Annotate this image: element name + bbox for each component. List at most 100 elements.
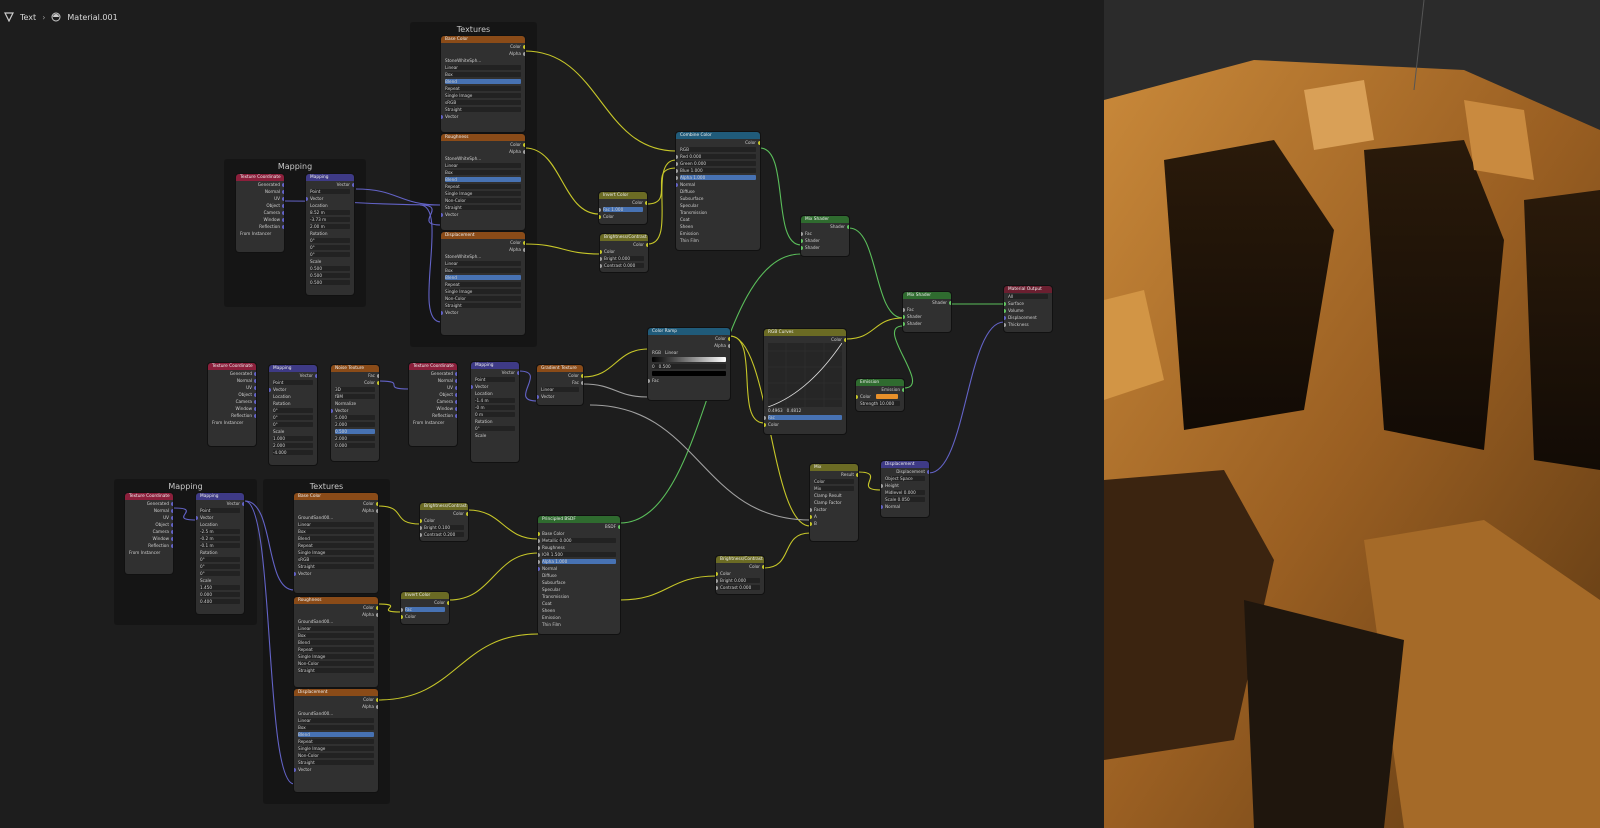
socket-shader-b[interactable]: Shader [903, 320, 951, 327]
bright-field[interactable]: Bright 0.100 [420, 524, 468, 531]
image-file[interactable]: StoneWhiteSph... [441, 57, 525, 64]
panel-emission[interactable]: Emission [676, 230, 760, 237]
socket-vector[interactable]: Vector [294, 570, 378, 577]
rot-x[interactable]: 0° [196, 556, 244, 563]
scl-z[interactable]: 0.400 [196, 598, 244, 605]
scl-x[interactable]: 1.000 [269, 435, 317, 442]
socket-shader-a[interactable]: Shader [801, 237, 849, 244]
blend-field[interactable]: Blend [441, 78, 525, 85]
node-header[interactable]: Mix Shader [903, 292, 951, 299]
socket-fac[interactable]: Fac [764, 414, 846, 421]
color-space-select[interactable]: Non-Color [441, 197, 525, 204]
socket-normal[interactable]: Normal [538, 565, 620, 572]
node-header[interactable]: Invert Color [401, 592, 449, 599]
socket-vector[interactable]: Vector [441, 113, 525, 120]
rot-x[interactable]: 0° [269, 407, 317, 414]
socket-vector[interactable]: Vector [441, 309, 525, 316]
alpha-mode-select[interactable]: Straight [294, 563, 378, 570]
extension-select[interactable]: Repeat [441, 281, 525, 288]
socket-height[interactable]: Height [881, 482, 929, 489]
panel-sheen[interactable]: Sheen [538, 607, 620, 614]
node-header[interactable]: Texture Coordinate [125, 493, 173, 500]
node-header[interactable]: Base Color [441, 36, 525, 43]
alpha-mode-select[interactable]: Straight [294, 667, 378, 674]
source-select[interactable]: Single Image [441, 288, 525, 295]
node-header[interactable]: Material Output [1004, 286, 1052, 293]
noise-type-select[interactable]: fBM [331, 393, 379, 400]
panel-thin-film[interactable]: Thin Film [676, 237, 760, 244]
socket-shader-out[interactable]: Shader [801, 223, 849, 230]
image-file[interactable]: StoneWhiteSph... [441, 253, 525, 260]
space-select[interactable]: Object Space [881, 475, 929, 482]
scl-y[interactable]: 2.000 [269, 442, 317, 449]
mode-select[interactable]: RGB [676, 146, 760, 153]
dimensions-select[interactable]: 3D [331, 386, 379, 393]
alpha-mode-select[interactable]: Straight [441, 302, 525, 309]
socket-uv[interactable]: UV [208, 384, 256, 391]
socket-fac[interactable]: Fac [537, 379, 583, 386]
emission-node[interactable]: Emission Emission Color Strength 10.000 [856, 379, 904, 411]
gradient-type-select[interactable]: Linear [537, 386, 583, 393]
socket-normal[interactable]: Normal [236, 188, 284, 195]
loc-x[interactable]: -2.5 m [196, 528, 244, 535]
rot-y[interactable]: 0° [196, 563, 244, 570]
socket-reflection[interactable]: Reflection [208, 412, 256, 419]
node-header[interactable]: Brightness/Contrast [716, 556, 764, 563]
color-space-select[interactable]: Non-Color [294, 752, 378, 759]
node-header[interactable]: RGB Curves [764, 329, 846, 336]
node-header[interactable]: Noise Texture [331, 365, 379, 372]
socket-vector-in[interactable]: Vector [471, 383, 519, 390]
panel-diffuse[interactable]: Diffuse [538, 572, 620, 579]
fac-field[interactable]: Fac [401, 606, 449, 613]
panel-subsurface[interactable]: Subsurface [676, 195, 760, 202]
socket-color[interactable]: Color [676, 139, 760, 146]
node-header[interactable]: Mapping [196, 493, 244, 500]
socket-alpha[interactable]: Alpha [294, 703, 378, 710]
interp-select[interactable]: Linear [441, 162, 525, 169]
socket-uv[interactable]: UV [236, 195, 284, 202]
rgb-curves-node[interactable]: RGB Curves Color 0.4963 0.4812 Fac Color [764, 329, 846, 434]
loc-y[interactable]: -3.73 m [306, 216, 354, 223]
source-select[interactable]: Single Image [294, 549, 378, 556]
emission-swatch[interactable] [876, 394, 898, 399]
source-select[interactable]: Single Image [294, 653, 378, 660]
scl-z[interactable]: 0.500 [306, 279, 354, 286]
node-header[interactable]: Brightness/Contrast [420, 503, 468, 510]
socket-alpha[interactable]: Alpha [294, 611, 378, 618]
socket-shader-b[interactable]: Shader [801, 244, 849, 251]
ramp-position[interactable]: 0 0.500 [648, 363, 730, 370]
socket-base-color[interactable]: Base Color [538, 530, 620, 537]
node-header[interactable]: Texture Coordinate [409, 363, 457, 370]
midlevel-field[interactable]: Midlevel 0.000 [881, 489, 929, 496]
socket-vector[interactable]: Vector [537, 393, 583, 400]
blend-field[interactable]: Blend [294, 639, 378, 646]
projection-select[interactable]: Box [294, 632, 378, 639]
socket-vector[interactable]: Vector [294, 766, 378, 773]
mix-node[interactable]: Mix Result Color Mix Clamp Result Clamp … [810, 464, 858, 541]
socket-color[interactable]: Color [420, 510, 468, 517]
blend-type-select[interactable]: Mix [810, 485, 858, 492]
socket-color[interactable]: Color [764, 336, 846, 343]
loc-z[interactable]: 2.00 m [306, 223, 354, 230]
node-header[interactable]: Mix [810, 464, 858, 471]
socket-vector-out[interactable]: Vector [196, 500, 244, 507]
socket-window[interactable]: Window [409, 405, 457, 412]
node-header[interactable]: Mix Shader [801, 216, 849, 223]
alpha-mode-select[interactable]: Straight [294, 759, 378, 766]
projection-select[interactable]: Box [441, 169, 525, 176]
socket-vector-out[interactable]: Vector [306, 181, 354, 188]
socket-camera[interactable]: Camera [208, 398, 256, 405]
socket-vector-in[interactable]: Vector [196, 514, 244, 521]
panel-emission[interactable]: Emission [538, 614, 620, 621]
green-field[interactable]: Green 0.000 [676, 160, 760, 167]
brightness-contrast-node-3[interactable]: Brightness/Contrast Color Color Bright 0… [716, 556, 764, 594]
extension-select[interactable]: Repeat [294, 738, 378, 745]
node-header[interactable]: Gradient Texture [537, 365, 583, 372]
node-editor[interactable]: Text › Material.001 Textures Mapping Map… [0, 0, 1104, 828]
socket-vector-in[interactable]: Vector [269, 386, 317, 393]
gradient-texture-node[interactable]: Gradient Texture Color Fac Linear Vector [537, 365, 583, 405]
socket-color[interactable]: Color [401, 599, 449, 606]
projection-select[interactable]: Box [294, 528, 378, 535]
extension-select[interactable]: Repeat [294, 542, 378, 549]
socket-camera[interactable]: Camera [125, 528, 173, 535]
